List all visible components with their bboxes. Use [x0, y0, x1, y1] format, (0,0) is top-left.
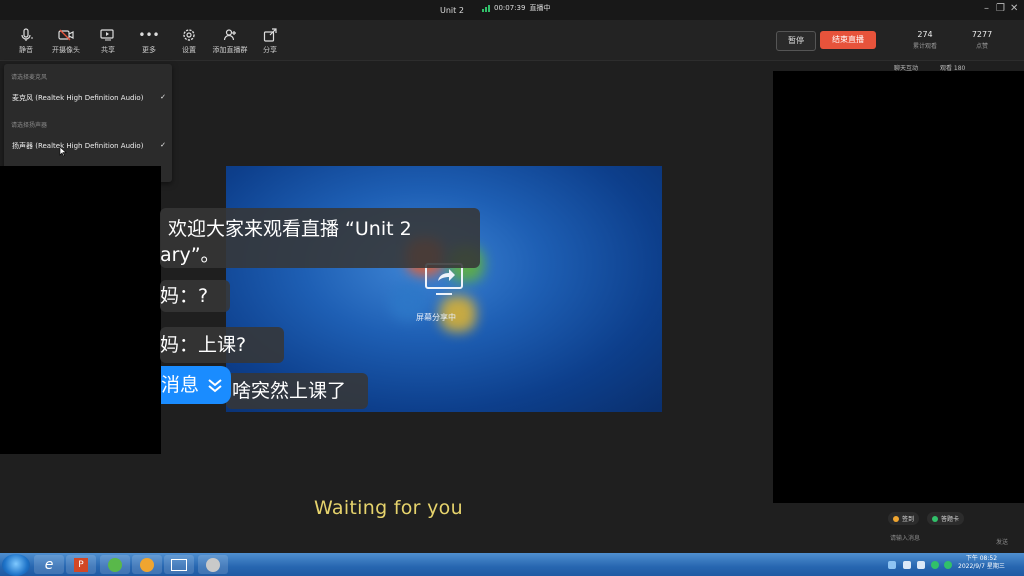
- taskbar-clock[interactable]: 下午 08:52 2022/9/7 星期三: [958, 555, 1005, 571]
- sidebar-video-area: [773, 71, 1024, 503]
- speaker-section-label: 请选择扬声器: [11, 122, 48, 129]
- more-label: 更多: [142, 46, 156, 54]
- end-live-button[interactable]: 结束直播: [820, 31, 876, 49]
- share-label: 分享: [263, 46, 277, 54]
- title-bar: Unit 2 00:07:39 直播中 – ❐ ✕: [0, 0, 1024, 20]
- tab-viewers[interactable]: 观看 180: [940, 63, 965, 72]
- taskbar: e P: [0, 553, 1024, 576]
- stat-label: 累计观看: [912, 43, 937, 50]
- chat-bubble-welcome: 欢迎大家来观看直播 “Unit 2 ary”。: [160, 208, 480, 268]
- settings-button[interactable]: 设置: [169, 27, 209, 55]
- mute-button[interactable]: 静音: [6, 27, 46, 55]
- speaker-option-label: 扬声器 (Realtek High Definition Audio): [12, 142, 144, 150]
- browser-icon[interactable]: [198, 555, 228, 574]
- app-orange-icon[interactable]: [132, 555, 162, 574]
- stat-label: 点赞: [975, 43, 988, 50]
- screen-share-icon: [88, 27, 128, 43]
- chat-input[interactable]: 请输入消息: [890, 533, 920, 542]
- screen-sharing-label: 屏幕分享中: [416, 313, 456, 322]
- more-icon: •••: [138, 28, 160, 42]
- chat-bubble: 妈：上课?: [160, 327, 284, 363]
- network-app-icon[interactable]: [164, 555, 194, 574]
- close-icon[interactable]: ✕: [1010, 3, 1018, 14]
- add-group-button[interactable]: 添加直播群: [210, 27, 250, 55]
- mouse-cursor-icon: [59, 146, 67, 157]
- stat-total-views: 274 累计观看: [903, 30, 947, 50]
- checkin-icon: [893, 515, 899, 522]
- maximize-icon[interactable]: ❐: [996, 3, 1005, 14]
- stat-value: 7277: [971, 30, 993, 39]
- pause-button[interactable]: 暂停: [776, 31, 816, 51]
- add-group-icon: [210, 27, 250, 43]
- sidebar-actions: 签到 答题卡: [888, 512, 965, 525]
- send-button[interactable]: 发送: [996, 537, 1008, 546]
- new-message-button[interactable]: 消息: [161, 366, 231, 404]
- live-indicator: 00:07:39 直播中: [482, 3, 550, 13]
- check-icon: ✓: [160, 141, 166, 149]
- powerpoint-icon[interactable]: P: [66, 555, 96, 574]
- quiz-label: 答题卡: [941, 516, 960, 523]
- more-button[interactable]: ••• 更多: [129, 27, 169, 55]
- tray-app-icon-2[interactable]: [944, 561, 952, 569]
- screen-share-button[interactable]: 共享: [88, 27, 128, 55]
- tray-network-icon[interactable]: [903, 561, 911, 569]
- camera-off-icon: [46, 27, 86, 43]
- camera-preview: [0, 166, 161, 454]
- start-button[interactable]: [2, 554, 30, 576]
- speaker-option[interactable]: 扬声器 (Realtek High Definition Audio) ✓: [12, 141, 166, 151]
- share-screen-label: 共享: [101, 46, 115, 54]
- camera-label: 开摄像头: [52, 46, 80, 54]
- add-group-label: 添加直播群: [212, 46, 248, 54]
- audio-device-dropdown: 请选择麦克风 麦克风 (Realtek High Definition Audi…: [4, 64, 172, 182]
- lyric-caption: Waiting for you: [314, 497, 463, 519]
- welcome-line-2: ary”。: [160, 244, 220, 266]
- clock-time: 下午 08:52: [965, 555, 998, 562]
- ie-icon[interactable]: e: [34, 555, 64, 574]
- live-status: 直播中: [529, 4, 551, 12]
- app-green-icon[interactable]: [100, 555, 130, 574]
- double-chevron-down-icon: [208, 378, 222, 392]
- live-time: 00:07:39: [494, 4, 526, 12]
- chat-bubble: 妈：?: [160, 280, 230, 312]
- tab-chat[interactable]: 聊天互动: [894, 63, 918, 72]
- share-button[interactable]: 分享: [250, 27, 290, 55]
- checkin-label: 签到: [902, 516, 915, 523]
- window-title: Unit 2: [440, 6, 464, 15]
- settings-label: 设置: [182, 46, 196, 54]
- tray-flag-icon[interactable]: [888, 561, 896, 569]
- chat-bubble: 啥突然上课了: [226, 373, 368, 409]
- minimize-icon[interactable]: –: [984, 3, 989, 14]
- new-message-label: 消息: [161, 374, 200, 396]
- quiz-icon: [932, 515, 939, 522]
- gear-icon: [169, 27, 209, 43]
- mic-option-label: 麦克风 (Realtek High Definition Audio): [12, 94, 144, 102]
- camera-button[interactable]: 开摄像头: [46, 27, 86, 55]
- mic-section-label: 请选择麦克风: [11, 74, 48, 81]
- checkin-button[interactable]: 签到: [888, 512, 920, 525]
- tray-volume-icon[interactable]: [917, 561, 925, 569]
- welcome-line-1: 欢迎大家来观看直播 “Unit 2: [168, 218, 412, 240]
- check-icon: ✓: [160, 93, 166, 101]
- mute-label: 静音: [19, 46, 33, 54]
- signal-icon: [482, 4, 490, 12]
- share-icon: [250, 27, 290, 43]
- quiz-button[interactable]: 答题卡: [927, 512, 965, 525]
- clock-date: 2022/9/7 星期三: [958, 563, 1005, 570]
- stat-value: 274: [917, 30, 933, 39]
- stat-likes: 7277 点赞: [960, 30, 1004, 50]
- mic-option[interactable]: 麦克风 (Realtek High Definition Audio) ✓: [12, 93, 166, 103]
- tray-app-icon[interactable]: [931, 561, 939, 569]
- microphone-icon: [6, 27, 46, 43]
